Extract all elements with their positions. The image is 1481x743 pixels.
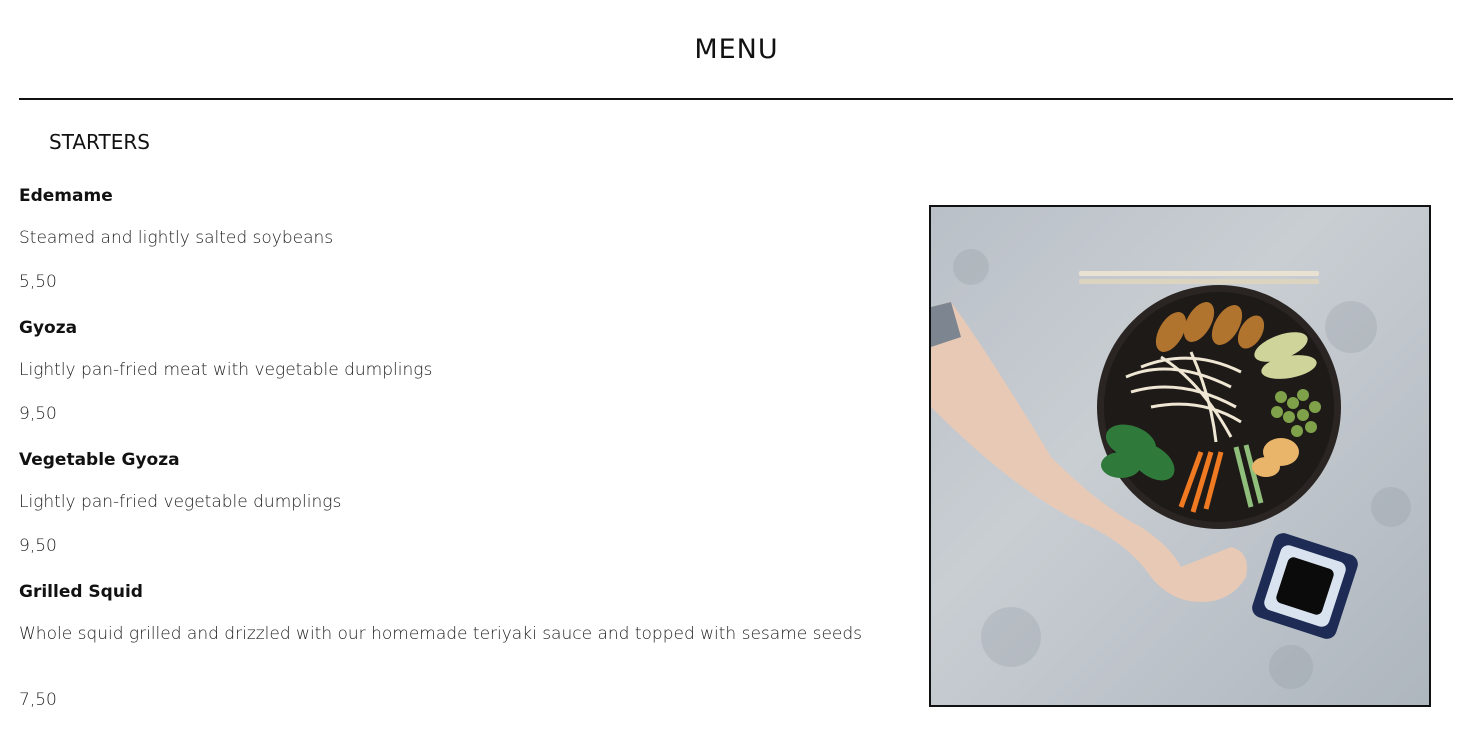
menu-item: Gyoza Lightly pan-fried meat with vegeta…	[19, 315, 889, 447]
item-description: Whole squid grilled and drizzled with ou…	[19, 624, 863, 644]
page-title: MENU	[694, 34, 779, 65]
item-price: 9,50	[19, 536, 57, 556]
item-description: Lightly pan-fried meat with vegetable du…	[19, 360, 433, 380]
menu-page: MENU STARTERS Edemame Steamed and lightl…	[0, 0, 1481, 743]
chopsticks	[1079, 271, 1319, 284]
item-name: Edemame	[19, 186, 113, 206]
item-price: 5,50	[19, 272, 57, 292]
item-name: Vegetable Gyoza	[19, 450, 180, 470]
menu-item: Vegetable Gyoza Lightly pan-fried vegeta…	[19, 447, 889, 579]
item-description: Lightly pan-fried vegetable dumplings	[19, 492, 342, 512]
header-divider	[19, 98, 1453, 100]
menu-item: Grilled Squid Whole squid grilled and dr…	[19, 579, 889, 733]
item-price: 9,50	[19, 404, 57, 424]
item-price: 7,50	[19, 690, 57, 710]
item-description: Steamed and lightly salted soybeans	[19, 228, 334, 248]
item-name: Gyoza	[19, 318, 78, 338]
bowl	[1097, 285, 1341, 529]
menu-item: Edemame Steamed and lightly salted soybe…	[19, 183, 889, 315]
sauce-dish	[1252, 533, 1358, 639]
food-bowl-photo	[929, 205, 1431, 707]
menu-items-list: Edemame Steamed and lightly salted soybe…	[19, 183, 889, 733]
item-name: Grilled Squid	[19, 582, 143, 602]
section-title: STARTERS	[49, 130, 150, 154]
food-bowl-illustration	[931, 249, 1411, 689]
